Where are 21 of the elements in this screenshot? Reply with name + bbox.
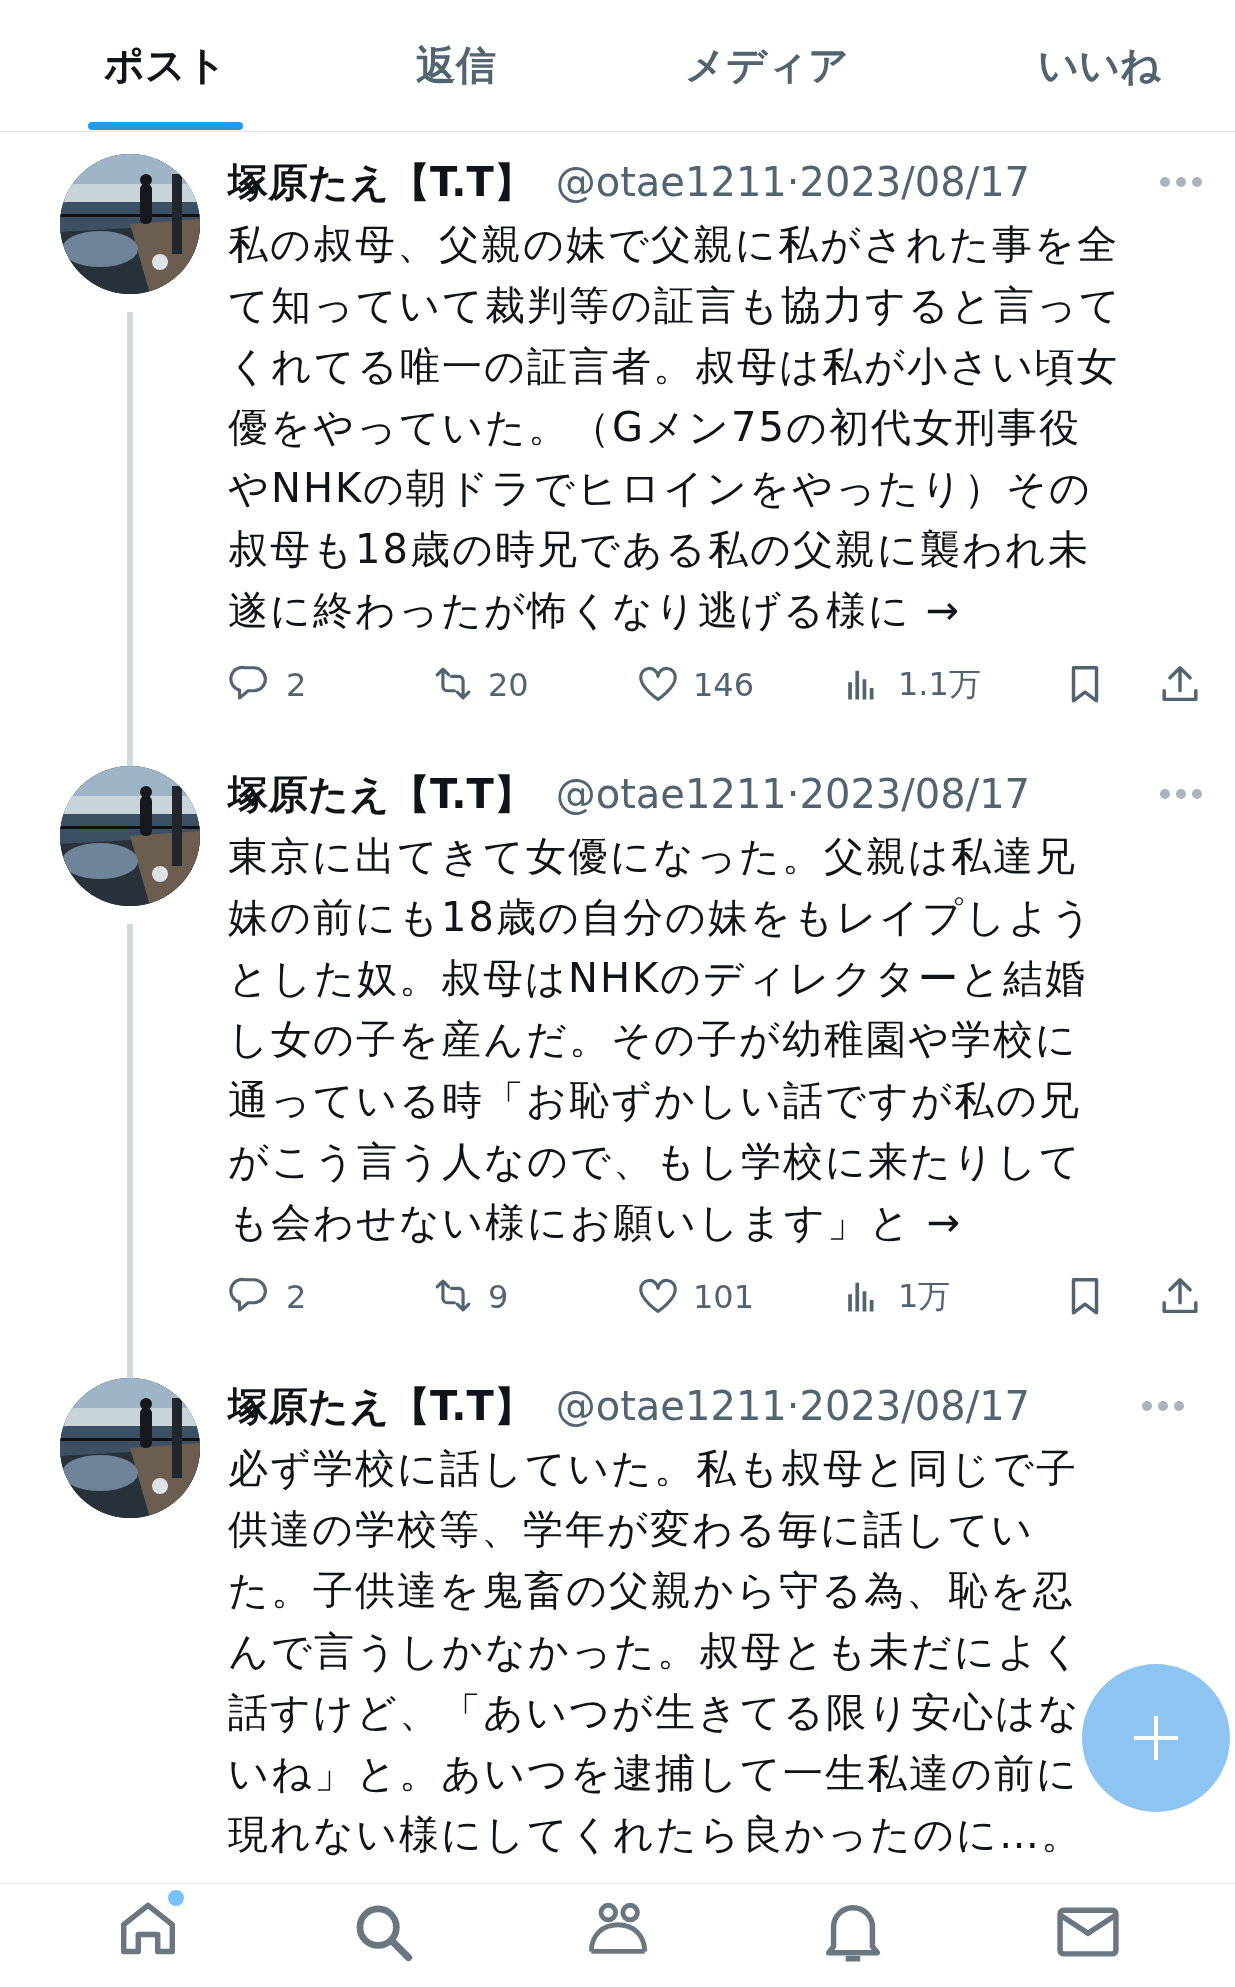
action-count: 9 — [488, 1278, 509, 1316]
action-count: 146 — [693, 666, 755, 704]
post-text: 必ず学校に話していた。私も叔母と同じで子 供達の学校等、学年が変わる毎に話してい た。子供達を鬼畜の父親から守る為、恥を忍 んで言うしかなかった。叔母とも未だによく 話すけど、「あいつが生きてる限り安心はな いね」と。あいつを逮捕して一生私達の前に 現れない様にしてくれたら良かったのに…。 — [228, 1444, 1083, 1859]
author-name: 塚原たえ【T.T】 — [228, 157, 534, 207]
action-count: 20 — [488, 666, 529, 704]
profile-tab[interactable]: メディア — [661, 0, 873, 130]
handle-date: @otae1211·2023/08/17 — [555, 771, 1032, 817]
action-count: 2 — [286, 1278, 307, 1316]
profile-tab[interactable]: 返信 — [392, 0, 520, 130]
profile-tab[interactable]: ポスト — [80, 0, 251, 130]
post-text: 私の叔母、父親の妹で父親に私がされた事を全 て知っていて裁判等の証言も協力すると言って くれてる唯一の証言者。叔母は私が小さい頃女 優をやっていた。（Gメン75の初代女刑事役 やNHKの朝ドラでヒロインをやったり）その 叔母も18歳の時兄である私の父親に襲われ未 遂に終わったが怖くなり逃げる様に → — [228, 220, 1122, 635]
action-count: 1万 — [898, 1276, 951, 1317]
handle-date: @otae1211·2023/08/17 — [555, 1383, 1032, 1429]
action-count: 1.1万 — [898, 664, 981, 705]
handle-date: @otae1211·2023/08/17 — [555, 159, 1032, 205]
author-name: 塚原たえ【T.T】 — [228, 769, 534, 819]
post-text: 東京に出てきて女優になった。父親は私達兄 妹の前にも18歳の自分の妹をもレイプしよう とした奴。叔母はNHKのディレクターと結婚 し女の子を産んだ。その子が幼稚園や学校に 通っている時「お恥ずかしい話ですが私の兄 がこう言う人なので、もし学校に来たりして も会わせない様にお願いします」と → — [228, 832, 1094, 1247]
profile-tab[interactable]: いいね — [1014, 0, 1185, 130]
action-count: 2 — [286, 666, 307, 704]
author-name: 塚原たえ【T.T】 — [228, 1381, 534, 1431]
action-count: 101 — [693, 1278, 755, 1316]
